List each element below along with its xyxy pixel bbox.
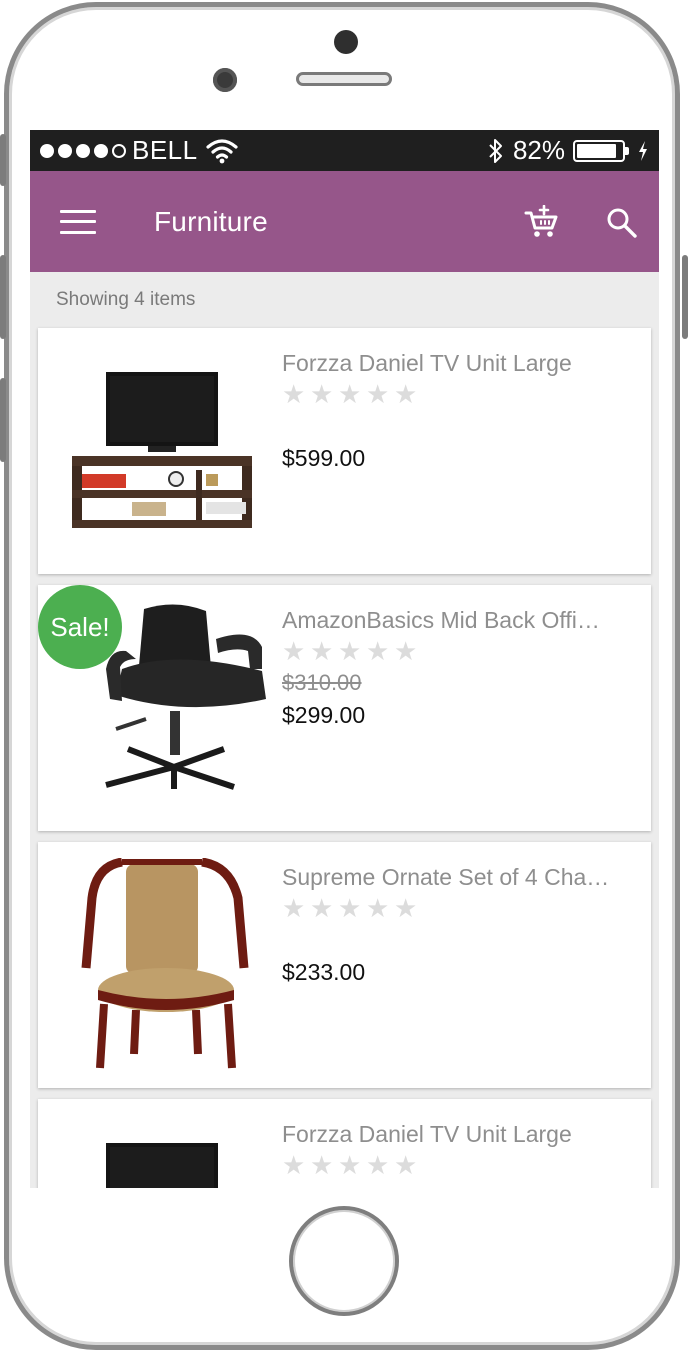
carrier-name: BELL (132, 135, 198, 165)
product-price: $599.00 (282, 445, 366, 471)
product-price: $299.00 (282, 702, 366, 728)
product-image-tv-unit (106, 1143, 218, 1188)
volume-up-button (0, 255, 6, 339)
product-info: Forzza Daniel TV Unit Large ★ ★ ★ ★ ★ (282, 1121, 633, 1180)
product-card[interactable]: Supreme Ornate Set of 4 Cha… ★ ★ ★ ★ ★ $… (38, 842, 651, 1088)
page-title: Furniture (154, 205, 268, 237)
star-icon: ★ (366, 379, 390, 409)
star-icon: ★ (282, 1150, 306, 1180)
product-name: Supreme Ornate Set of 4 Cha… (282, 864, 610, 890)
sale-badge: Sale! (38, 585, 122, 669)
proximity-sensor (213, 68, 237, 92)
star-icon: ★ (394, 636, 418, 666)
product-info: Supreme Ornate Set of 4 Cha… ★ ★ ★ ★ ★ $… (282, 864, 633, 986)
product-image-tv-unit (72, 372, 252, 528)
star-icon: ★ (394, 1150, 418, 1180)
product-price: $233.00 (282, 959, 366, 985)
star-icon: ★ (310, 636, 334, 666)
product-image-ornate-chair (81, 858, 249, 1069)
earpiece-speaker (296, 72, 392, 86)
star-icon: ★ (310, 379, 334, 409)
home-button[interactable] (289, 1206, 399, 1316)
star-icon: ★ (338, 1150, 362, 1180)
mute-switch (0, 134, 6, 186)
original-price: $310.00 (282, 670, 362, 695)
star-icon: ★ (310, 893, 334, 923)
screen: BELL 82% Furniture Showing 4 items Forzz… (30, 130, 659, 1188)
volume-down-button (0, 378, 6, 462)
signal-strength-icon (40, 143, 126, 158)
star-icon: ★ (310, 1150, 334, 1180)
star-icon: ★ (282, 636, 306, 666)
product-card[interactable]: Sale! AmazonBasics Mid Back Offi… ★ ★ ★ … (38, 585, 651, 831)
product-name: Forzza Daniel TV Unit Large (282, 1121, 572, 1147)
star-icon: ★ (282, 379, 306, 409)
star-icon: ★ (338, 893, 362, 923)
status-bar: BELL 82% (30, 130, 659, 171)
product-list: Forzza Daniel TV Unit Large ★ ★ ★ ★ ★ $5… (30, 328, 659, 1188)
rating-stars: ★ ★ ★ ★ ★ (282, 1150, 633, 1180)
star-icon: ★ (338, 636, 362, 666)
bluetooth-icon (489, 138, 502, 163)
results-count: Showing 4 items (56, 289, 196, 310)
product-card[interactable]: Forzza Daniel TV Unit Large ★ ★ ★ ★ ★ $5… (38, 328, 651, 574)
product-card[interactable]: Forzza Daniel TV Unit Large ★ ★ ★ ★ ★ (38, 1099, 651, 1188)
star-icon: ★ (366, 636, 390, 666)
product-name: AmazonBasics Mid Back Offi… (282, 607, 600, 633)
star-icon: ★ (394, 893, 418, 923)
product-name: Forzza Daniel TV Unit Large (282, 350, 572, 376)
menu-icon[interactable] (60, 209, 96, 234)
star-icon: ★ (338, 379, 362, 409)
rating-stars: ★ ★ ★ ★ ★ (282, 636, 633, 666)
product-info: AmazonBasics Mid Back Offi… ★ ★ ★ ★ ★ $3… (282, 607, 633, 729)
front-camera (334, 30, 358, 54)
app-bar: Furniture (30, 171, 659, 272)
rating-stars: ★ ★ ★ ★ ★ (282, 379, 633, 409)
battery-percentage: 82% (512, 135, 565, 165)
star-icon: ★ (366, 893, 390, 923)
star-icon: ★ (282, 893, 306, 923)
product-info: Forzza Daniel TV Unit Large ★ ★ ★ ★ ★ $5… (282, 350, 633, 472)
rating-stars: ★ ★ ★ ★ ★ (282, 893, 633, 923)
wifi-icon (206, 138, 238, 163)
search-icon[interactable] (606, 207, 638, 239)
star-icon: ★ (394, 379, 418, 409)
battery-icon (573, 139, 629, 162)
star-icon: ★ (366, 1150, 390, 1180)
cart-icon[interactable] (524, 205, 560, 239)
charging-icon (639, 140, 647, 161)
power-button (682, 255, 688, 339)
